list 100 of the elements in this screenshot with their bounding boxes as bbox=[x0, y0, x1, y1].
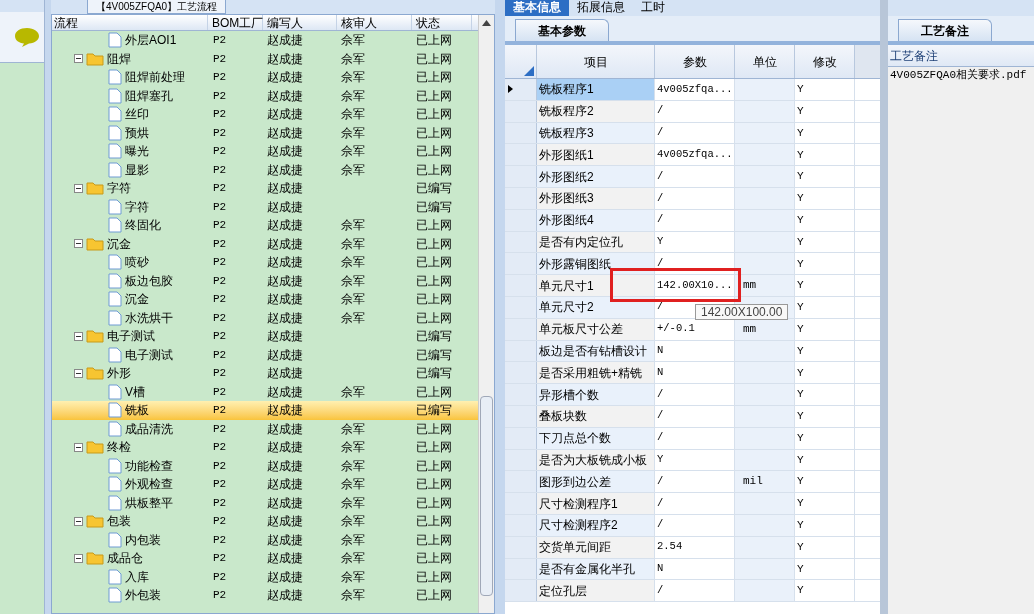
reviewer-cell: 佘军 bbox=[341, 532, 365, 547]
author-cell-text: 赵成捷 bbox=[266, 476, 304, 494]
modify-cell: Y bbox=[795, 340, 855, 362]
tab[interactable]: 拓展信息 bbox=[569, 0, 633, 16]
author-cell-text: 赵成捷 bbox=[266, 217, 304, 235]
tree-row[interactable]: 丝印 P2 赵成捷 佘军 已上网 bbox=[52, 105, 478, 124]
collapse-icon[interactable] bbox=[74, 368, 83, 378]
factory-cell-text: P2 bbox=[212, 421, 228, 437]
tree-row[interactable]: 外观检查 P2 赵成捷 佘军 已上网 bbox=[52, 475, 478, 494]
reviewer-cell: 佘军 bbox=[341, 273, 365, 288]
tree-row[interactable]: 内包装 P2 赵成捷 佘军 已上网 bbox=[52, 530, 478, 549]
reviewer-cell: 佘军 bbox=[341, 218, 365, 233]
tree-row[interactable]: 曝光 P2 赵成捷 佘军 已上网 bbox=[52, 142, 478, 161]
value-cell: Y bbox=[655, 449, 735, 471]
status-cell-text: 已上网 bbox=[415, 50, 453, 68]
tree-row[interactable]: 成品清洗 P2 赵成捷 佘军 已上网 bbox=[52, 419, 478, 438]
tree-row[interactable]: 显影 P2 赵成捷 佘军 已上网 bbox=[52, 160, 478, 179]
tab[interactable]: 基本信息 bbox=[505, 0, 569, 16]
modify-cell: Y bbox=[795, 580, 855, 602]
collapse-icon[interactable] bbox=[74, 442, 83, 452]
reviewer-cell: 佘军 bbox=[341, 384, 365, 399]
author-cell-text: 赵成捷 bbox=[266, 365, 304, 383]
column-header[interactable]: BOM工厂 bbox=[208, 15, 263, 30]
status-cell-text: 已上网 bbox=[415, 550, 453, 568]
tree-row[interactable]: 烘板整平 P2 赵成捷 佘军 已上网 bbox=[52, 493, 478, 512]
item-cell: 是否有内定位孔 bbox=[537, 231, 655, 253]
step-name: 沉金 bbox=[107, 235, 131, 253]
tree-row[interactable]: 功能检查 P2 赵成捷 佘军 已上网 bbox=[52, 456, 478, 475]
tree-row[interactable]: 字符 P2 赵成捷 已编写 bbox=[52, 197, 478, 216]
tree-row[interactable]: 包装 P2 赵成捷 佘军 已上网 bbox=[52, 512, 478, 531]
value-cell: 4v005zfqa... bbox=[655, 144, 735, 166]
tree-row[interactable]: 外层AOI1 P2 赵成捷 佘军 已上网 bbox=[52, 31, 478, 50]
tree-row[interactable]: 入库 P2 赵成捷 佘军 已上网 bbox=[52, 567, 478, 586]
speech-bubble-icon[interactable] bbox=[14, 27, 40, 47]
author-cell-text: 赵成捷 bbox=[266, 457, 304, 475]
collapse-icon[interactable] bbox=[74, 331, 83, 341]
splitter-bar[interactable] bbox=[880, 0, 888, 614]
attachment-link[interactable]: 4V005ZFQA0相关要求.pdf bbox=[888, 67, 1034, 84]
tree-row[interactable]: 沉金 P2 赵成捷 佘军 已上网 bbox=[52, 234, 478, 253]
modify-cell: Y bbox=[795, 514, 855, 536]
column-header[interactable]: 单位 bbox=[735, 45, 795, 78]
collapse-icon[interactable] bbox=[74, 54, 83, 64]
tree-row[interactable]: 终检 P2 赵成捷 佘军 已上网 bbox=[52, 438, 478, 457]
scroll-thumb[interactable] bbox=[480, 396, 493, 596]
modify-cell: Y bbox=[795, 275, 855, 296]
scrollbar[interactable] bbox=[478, 15, 494, 613]
splitter-bar[interactable] bbox=[45, 0, 51, 614]
tree-row[interactable]: 阻焊 P2 赵成捷 佘军 已上网 bbox=[52, 49, 478, 68]
tree-row[interactable]: 喷砂 P2 赵成捷 佘军 已上网 bbox=[52, 253, 478, 272]
tree-row[interactable]: 阻焊塞孔 P2 赵成捷 佘军 已上网 bbox=[52, 86, 478, 105]
author-cell-text: 赵成捷 bbox=[266, 272, 304, 290]
collapse-icon[interactable] bbox=[74, 183, 83, 193]
column-header[interactable]: 流程 bbox=[52, 15, 208, 30]
tree-row[interactable]: 沉金 P2 赵成捷 佘军 已上网 bbox=[52, 290, 478, 309]
tree-row[interactable]: 成品仓 P2 赵成捷 佘军 已上网 bbox=[52, 549, 478, 568]
reviewer-cell: 佘军 bbox=[341, 514, 365, 529]
tab[interactable]: 工时 bbox=[633, 0, 673, 16]
tree-row[interactable]: 终固化 P2 赵成捷 佘军 已上网 bbox=[52, 216, 478, 235]
value-cell: / bbox=[655, 188, 735, 209]
item-cell: 定位孔层 bbox=[537, 580, 655, 602]
column-header[interactable]: 项目 bbox=[537, 45, 655, 78]
header-filler bbox=[855, 45, 880, 78]
factory-cell-text: P2 bbox=[212, 403, 228, 418]
collapse-icon[interactable] bbox=[74, 553, 83, 563]
tree-row[interactable]: 电子测试 P2 赵成捷 已编写 bbox=[52, 345, 478, 364]
tree-row[interactable]: 铣板 P2 赵成捷 已编写 bbox=[52, 401, 478, 420]
tree-row[interactable]: 板边包胶 P2 赵成捷 佘军 已上网 bbox=[52, 271, 478, 290]
folder-icon bbox=[86, 440, 104, 455]
row-header[interactable] bbox=[505, 79, 537, 100]
notes-tab[interactable]: 工艺备注 bbox=[898, 19, 992, 41]
scroll-up-icon[interactable] bbox=[482, 20, 491, 26]
tree-row[interactable]: 外包装 P2 赵成捷 佘军 已上网 bbox=[52, 586, 478, 605]
item-cell: 铣板程序2 bbox=[537, 100, 655, 122]
item-cell: 下刀点总个数 bbox=[537, 427, 655, 449]
step-name: 功能检查 bbox=[125, 457, 173, 475]
factory-cell-text: P2 bbox=[212, 569, 228, 585]
factory-cell-text: P2 bbox=[212, 236, 228, 252]
collapse-icon[interactable] bbox=[74, 239, 83, 249]
collapse-icon[interactable] bbox=[74, 516, 83, 526]
step-name: 包装 bbox=[107, 513, 131, 531]
tree-row[interactable]: 电子测试 P2 赵成捷 已编写 bbox=[52, 327, 478, 346]
column-header[interactable]: 状态 bbox=[412, 15, 472, 30]
document-icon bbox=[108, 420, 122, 437]
column-header[interactable]: 编写人 bbox=[263, 15, 337, 30]
modify-cell: Y bbox=[795, 471, 855, 493]
tree-row[interactable]: 字符 P2 赵成捷 已编写 bbox=[52, 179, 478, 198]
column-header[interactable]: 参数 bbox=[655, 45, 735, 78]
status-cell-text: 已上网 bbox=[415, 476, 453, 494]
column-header[interactable]: 核审人 bbox=[337, 15, 412, 30]
factory-cell-text: P2 bbox=[212, 292, 228, 307]
tree-row[interactable]: 预烘 P2 赵成捷 佘军 已上网 bbox=[52, 123, 478, 142]
tree-row[interactable]: 阻焊前处理 P2 赵成捷 佘军 已上网 bbox=[52, 68, 478, 87]
item-cell: 外形图纸4 bbox=[537, 209, 655, 231]
item-cell: 外形图纸3 bbox=[537, 188, 655, 209]
tree-row[interactable]: 外形 P2 赵成捷 已编写 bbox=[52, 364, 478, 383]
tree-row[interactable]: 水洗烘干 P2 赵成捷 佘军 已上网 bbox=[52, 308, 478, 327]
folder-icon bbox=[86, 181, 104, 196]
sub-tab[interactable]: 基本参数 bbox=[515, 19, 609, 41]
tree-row[interactable]: V槽 P2 赵成捷 佘军 已上网 bbox=[52, 382, 478, 401]
process-tab[interactable]: 【4V005ZFQA0】工艺流程 bbox=[87, 0, 227, 14]
